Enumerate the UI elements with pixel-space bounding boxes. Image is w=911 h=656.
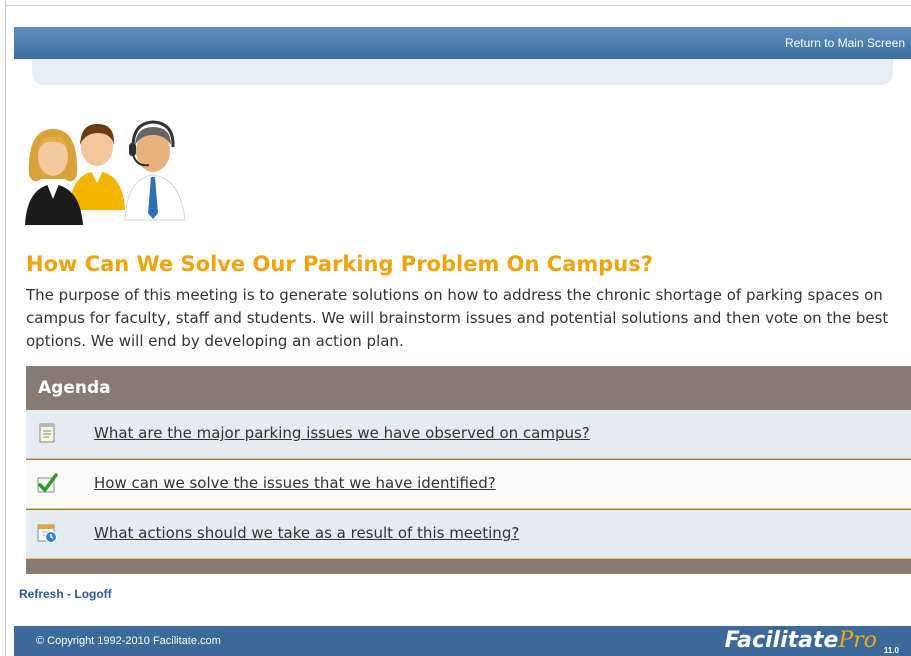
agenda-title: Agenda — [38, 378, 111, 398]
brand-version: 11.0 — [883, 646, 899, 655]
calendar-clock-icon — [37, 524, 57, 543]
facilitatepro-logo: FacilitatePro 11.0 — [724, 628, 899, 655]
return-to-main-link[interactable]: Return to Main Screen — [785, 36, 905, 50]
top-border — [0, 0, 911, 6]
notepad-icon — [39, 423, 55, 443]
left-border — [0, 0, 6, 656]
header-bar: Return to Main Screen — [14, 27, 911, 59]
footer-links: Refresh - Logoff — [19, 587, 112, 601]
meeting-participants-icon — [25, 120, 186, 225]
agenda-item-link[interactable]: How can we solve the issues that we have… — [94, 474, 496, 492]
checkmark-icon — [37, 473, 58, 493]
meeting-title: How Can We Solve Our Parking Problem On … — [26, 252, 653, 276]
agenda-item[interactable]: What are the major parking issues we hav… — [26, 410, 911, 459]
header-strip — [32, 59, 893, 85]
agenda-item[interactable]: What actions should we take as a result … — [26, 510, 911, 559]
brand-main: Facilitate — [724, 628, 839, 653]
meeting-description: The purpose of this meeting is to genera… — [26, 286, 889, 350]
logoff-link[interactable]: Logoff — [74, 587, 111, 601]
link-separator: - — [63, 587, 75, 601]
brand-pro: Pro — [838, 628, 877, 653]
agenda-item[interactable]: How can we solve the issues that we have… — [26, 460, 911, 509]
agenda-panel: Agenda What are the major parking issues… — [26, 366, 911, 574]
footer-bar: © Copyright 1992-2010 Facilitate.com Fac… — [14, 626, 911, 656]
agenda-item-link[interactable]: What actions should we take as a result … — [94, 524, 519, 542]
agenda-item-link[interactable]: What are the major parking issues we hav… — [94, 424, 590, 442]
copyright-text: © Copyright 1992-2010 Facilitate.com — [36, 635, 221, 647]
refresh-link[interactable]: Refresh — [19, 587, 64, 601]
